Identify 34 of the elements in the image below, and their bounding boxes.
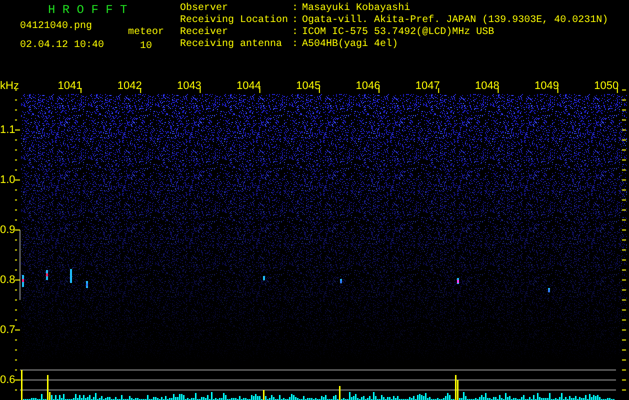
meteor-count: 10 xyxy=(140,41,152,53)
info-label: Receiving Location xyxy=(180,15,288,26)
axis-unit: kHz xyxy=(0,80,19,92)
separator: : xyxy=(292,15,298,27)
x-axis-label: 1046 xyxy=(356,80,380,92)
x-axis-label: 1048 xyxy=(474,80,500,92)
file-name: 04121040.png xyxy=(20,21,94,33)
date-time: 02.04.12 10:40 xyxy=(20,40,104,52)
separator: : xyxy=(292,3,298,15)
separator: : xyxy=(292,27,298,39)
info-value: A504HB(yagi 4el) xyxy=(302,39,400,51)
y-axis-label: 0.8 xyxy=(0,274,16,286)
y-axis-label: 1.1 xyxy=(0,124,16,136)
x-axis-label: 1045 xyxy=(296,80,321,92)
x-axis-label: 1042 xyxy=(117,80,142,92)
y-axis-label: 0.9 xyxy=(0,224,16,236)
info-label: Observer xyxy=(180,3,230,14)
y-axis-label: 0.7 xyxy=(0,324,16,336)
info-value: Masayuki Kobayashi xyxy=(302,3,412,14)
x-axis-label: 1044 xyxy=(236,80,262,92)
info-value: Ogata-vill. Akita-Pref. JAPAN (139.9303E, 40.0231N) xyxy=(302,15,608,26)
x-axis-label: 1041 xyxy=(58,80,82,92)
x-axis-label: 1050 xyxy=(594,80,619,92)
x-axis-label: 1043 xyxy=(176,80,202,92)
separator: : xyxy=(292,39,298,51)
y-axis-label: 1.0 xyxy=(0,174,16,186)
x-axis-label: 1047 xyxy=(415,80,440,92)
meteor-label: meteor xyxy=(128,27,164,39)
info-value: ICOM IC-575 53.7492(@LCD)MHz USB xyxy=(302,27,496,38)
info-label: Receiving antenna xyxy=(180,39,284,51)
y-axis-label: 0.6 xyxy=(0,374,16,386)
app-title: H R O F F T xyxy=(47,3,128,17)
x-axis-label: 1049 xyxy=(534,80,560,92)
info-label: Receiver xyxy=(180,27,230,38)
